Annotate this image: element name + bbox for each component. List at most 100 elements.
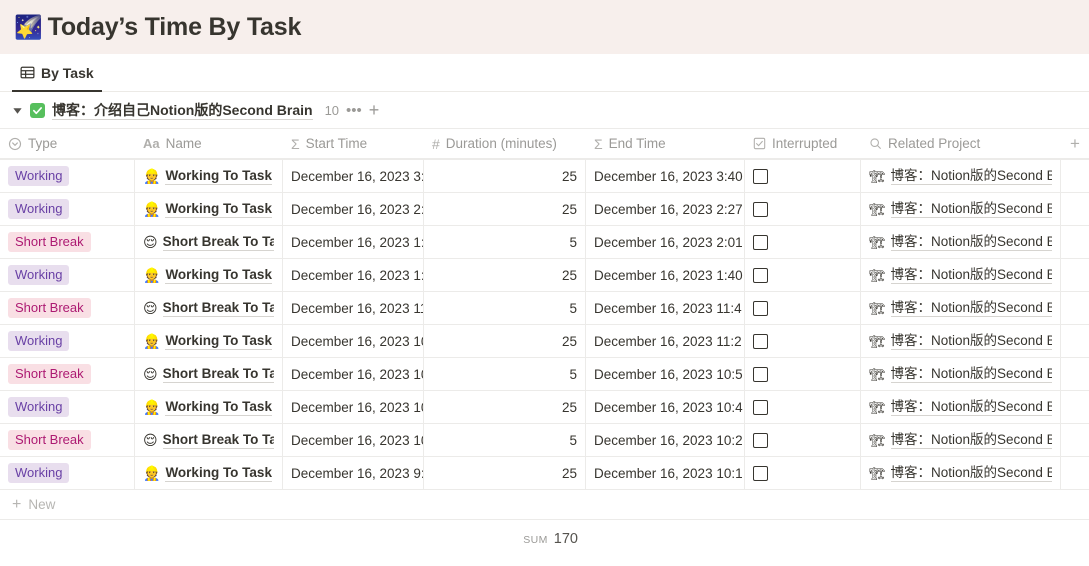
table-row[interactable]: Working👷Working To TaskDecember 16, 2023… — [0, 192, 1089, 225]
cell-start-time[interactable]: December 16, 2023 10 — [283, 424, 424, 456]
cell-duration[interactable]: 5 — [424, 358, 586, 390]
cell-duration[interactable]: 25 — [424, 391, 586, 423]
table-row[interactable]: Short Break😌Short Break To TaskDecember … — [0, 357, 1089, 390]
cell-related-project[interactable]: 🏗博客：Notion版的Second B — [861, 424, 1061, 456]
cell-interrupted[interactable] — [745, 259, 861, 291]
cell-type[interactable]: Short Break — [0, 226, 135, 258]
duration-sum[interactable]: Sum 170 — [424, 531, 586, 547]
relation-link[interactable]: 博客：Notion版的Second B — [891, 266, 1052, 284]
cell-duration[interactable]: 5 — [424, 292, 586, 324]
row-title-link[interactable]: Working To Task — [165, 200, 272, 218]
cell-type[interactable]: Working — [0, 325, 135, 357]
new-row-button[interactable]: + New — [0, 489, 1089, 520]
cell-name[interactable]: 😌Short Break To Task — [135, 424, 283, 456]
relation-link[interactable]: 博客：Notion版的Second B — [891, 299, 1052, 317]
cell-type[interactable]: Working — [0, 193, 135, 225]
cell-type[interactable]: Working — [0, 457, 135, 489]
group-more-options-icon[interactable]: ••• — [346, 103, 362, 118]
cell-duration[interactable]: 5 — [424, 424, 586, 456]
cell-related-project[interactable]: 🏗博客：Notion版的Second B — [861, 160, 1061, 192]
cell-type[interactable]: Short Break — [0, 424, 135, 456]
row-title-link[interactable]: Working To Task — [165, 464, 272, 482]
relation-chip[interactable]: 🏗博客：Notion版的Second B — [869, 332, 1052, 350]
cell-interrupted[interactable] — [745, 391, 861, 423]
cell-type[interactable]: Working — [0, 259, 135, 291]
row-title-link[interactable]: Short Break To Task — [163, 233, 274, 251]
cell-name[interactable]: 👷Working To Task — [135, 160, 283, 192]
cell-end-time[interactable]: December 16, 2023 10:4 — [586, 391, 745, 423]
cell-type[interactable]: Short Break — [0, 292, 135, 324]
cell-type[interactable]: Working — [0, 160, 135, 192]
row-title-link[interactable]: Short Break To Task — [163, 431, 274, 449]
interrupted-checkbox[interactable] — [753, 169, 768, 184]
cell-end-time[interactable]: December 16, 2023 10:1 — [586, 457, 745, 489]
cell-related-project[interactable]: 🏗博客：Notion版的Second B — [861, 358, 1061, 390]
column-header-related-project[interactable]: Related Project — [861, 129, 1061, 158]
relation-chip[interactable]: 🏗博客：Notion版的Second B — [869, 233, 1052, 251]
cell-start-time[interactable]: December 16, 2023 1: — [283, 259, 424, 291]
relation-link[interactable]: 博客：Notion版的Second B — [891, 365, 1052, 383]
collapse-triangle-icon[interactable] — [11, 104, 23, 116]
cell-name[interactable]: 😌Short Break To Task — [135, 358, 283, 390]
interrupted-checkbox[interactable] — [753, 433, 768, 448]
relation-chip[interactable]: 🏗博客：Notion版的Second B — [869, 299, 1052, 317]
interrupted-checkbox[interactable] — [753, 235, 768, 250]
cell-end-time[interactable]: December 16, 2023 11:2 — [586, 325, 745, 357]
cell-interrupted[interactable] — [745, 457, 861, 489]
cell-end-time[interactable]: December 16, 2023 10:2 — [586, 424, 745, 456]
table-row[interactable]: Working👷Working To TaskDecember 16, 2023… — [0, 159, 1089, 192]
cell-duration[interactable]: 25 — [424, 457, 586, 489]
cell-interrupted[interactable] — [745, 325, 861, 357]
cell-duration[interactable]: 25 — [424, 259, 586, 291]
interrupted-checkbox[interactable] — [753, 334, 768, 349]
cell-related-project[interactable]: 🏗博客：Notion版的Second B — [861, 193, 1061, 225]
relation-link[interactable]: 博客：Notion版的Second B — [891, 200, 1052, 218]
column-header-start-time[interactable]: Σ Start Time — [283, 129, 424, 158]
cell-name[interactable]: 👷Working To Task — [135, 259, 283, 291]
interrupted-checkbox[interactable] — [753, 202, 768, 217]
cell-duration[interactable]: 25 — [424, 160, 586, 192]
cell-start-time[interactable]: December 16, 2023 3: — [283, 160, 424, 192]
cell-start-time[interactable]: December 16, 2023 9: — [283, 457, 424, 489]
relation-chip[interactable]: 🏗博客：Notion版的Second B — [869, 167, 1052, 185]
relation-link[interactable]: 博客：Notion版的Second B — [891, 332, 1052, 350]
relation-chip[interactable]: 🏗博客：Notion版的Second B — [869, 266, 1052, 284]
group-title[interactable]: 博客：介绍自己Notion版的Second Brain — [52, 101, 313, 120]
tab-by-task[interactable]: By Task — [12, 54, 102, 91]
cell-name[interactable]: 👷Working To Task — [135, 457, 283, 489]
cell-start-time[interactable]: December 16, 2023 1: — [283, 226, 424, 258]
interrupted-checkbox[interactable] — [753, 466, 768, 481]
cell-duration[interactable]: 5 — [424, 226, 586, 258]
cell-start-time[interactable]: December 16, 2023 2: — [283, 193, 424, 225]
cell-interrupted[interactable] — [745, 292, 861, 324]
interrupted-checkbox[interactable] — [753, 268, 768, 283]
cell-start-time[interactable]: December 16, 2023 10 — [283, 358, 424, 390]
relation-chip[interactable]: 🏗博客：Notion版的Second B — [869, 398, 1052, 416]
cell-related-project[interactable]: 🏗博客：Notion版的Second B — [861, 391, 1061, 423]
interrupted-checkbox[interactable] — [753, 367, 768, 382]
column-header-type[interactable]: Type — [0, 129, 135, 158]
cell-interrupted[interactable] — [745, 193, 861, 225]
group-checkbox-checked-icon[interactable] — [30, 103, 45, 118]
cell-name[interactable]: 😌Short Break To Task — [135, 226, 283, 258]
cell-name[interactable]: 😌Short Break To Task — [135, 292, 283, 324]
cell-end-time[interactable]: December 16, 2023 10:5 — [586, 358, 745, 390]
relation-chip[interactable]: 🏗博客：Notion版的Second B — [869, 200, 1052, 218]
table-row[interactable]: Working👷Working To TaskDecember 16, 2023… — [0, 258, 1089, 291]
cell-name[interactable]: 👷Working To Task — [135, 391, 283, 423]
cell-interrupted[interactable] — [745, 358, 861, 390]
relation-link[interactable]: 博客：Notion版的Second B — [891, 431, 1052, 449]
table-row[interactable]: Short Break😌Short Break To TaskDecember … — [0, 225, 1089, 258]
cell-duration[interactable]: 25 — [424, 325, 586, 357]
table-row[interactable]: Working👷Working To TaskDecember 16, 2023… — [0, 390, 1089, 423]
table-row[interactable]: Working👷Working To TaskDecember 16, 2023… — [0, 324, 1089, 357]
cell-interrupted[interactable] — [745, 424, 861, 456]
cell-related-project[interactable]: 🏗博客：Notion版的Second B — [861, 325, 1061, 357]
interrupted-checkbox[interactable] — [753, 400, 768, 415]
group-add-row-icon[interactable]: + — [369, 101, 380, 119]
cell-related-project[interactable]: 🏗博客：Notion版的Second B — [861, 292, 1061, 324]
relation-chip[interactable]: 🏗博客：Notion版的Second B — [869, 431, 1052, 449]
cell-end-time[interactable]: December 16, 2023 3:40 — [586, 160, 745, 192]
table-row[interactable]: Short Break😌Short Break To TaskDecember … — [0, 423, 1089, 456]
table-row[interactable]: Working👷Working To TaskDecember 16, 2023… — [0, 456, 1089, 489]
